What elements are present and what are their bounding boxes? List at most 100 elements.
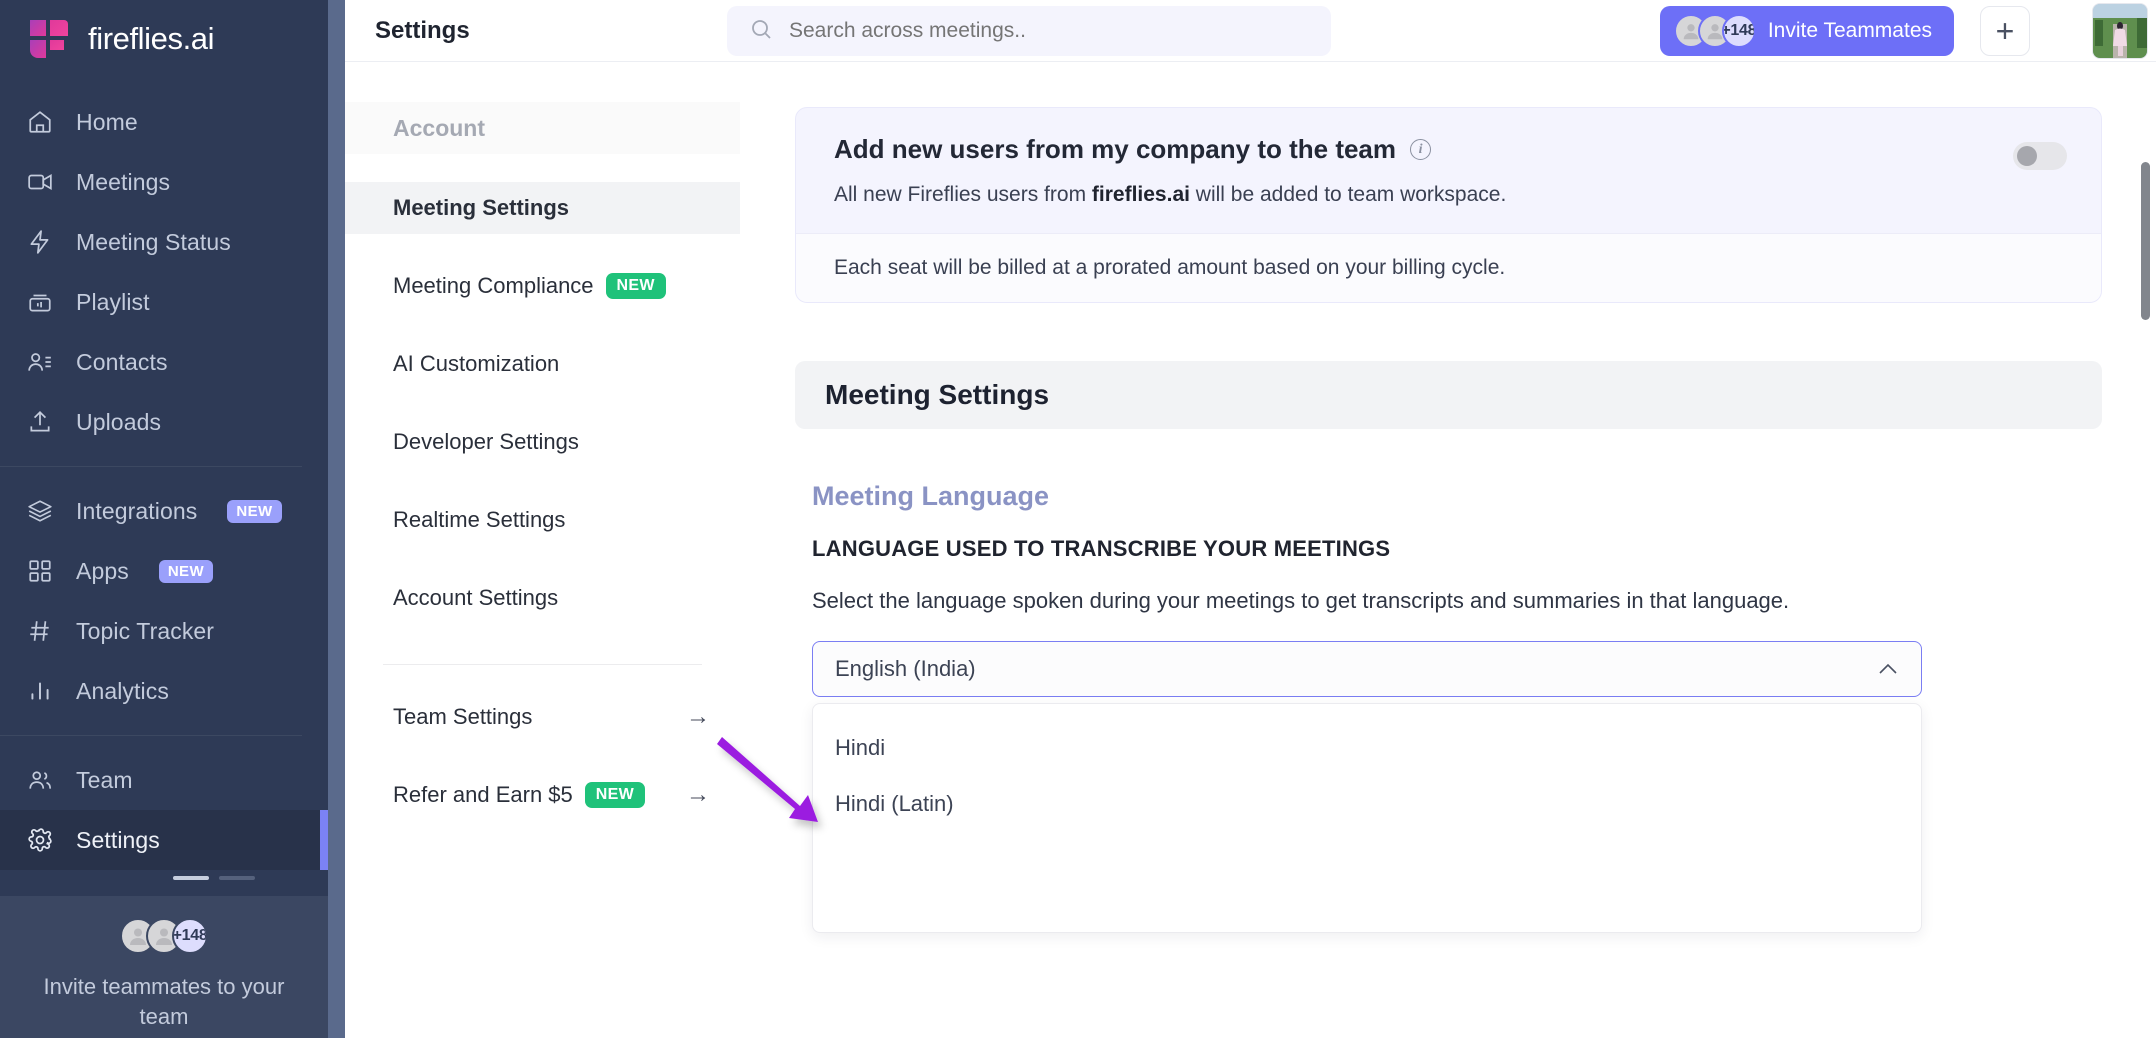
settings-nav-item-label: Meeting Compliance	[393, 273, 594, 298]
sidebar-item-label: Settings	[76, 826, 160, 853]
sidebar-item-label: Meetings	[76, 168, 171, 195]
arrow-right-icon: →	[686, 703, 710, 730]
add-users-subtitle-pre: All new Fireflies users from	[834, 183, 1092, 206]
sidebar-item-team[interactable]: Team	[0, 750, 328, 810]
upload-icon	[26, 408, 54, 436]
sidebar-pager-tabs[interactable]	[100, 872, 328, 880]
hash-icon	[26, 617, 54, 645]
sidebar-item-uploads[interactable]: Uploads	[0, 392, 328, 452]
arrow-right-icon: →	[686, 781, 710, 808]
info-icon[interactable]: i	[1410, 139, 1432, 160]
avatar-overflow-count: +148	[1721, 14, 1756, 48]
invite-teammates-button[interactable]: +148 Invite Teammates	[1659, 6, 1954, 56]
add-users-card-footer: Each seat will be billed at a prorated a…	[796, 233, 2101, 302]
sidebar-item-label: Home	[76, 108, 138, 135]
sidebar-item-label: Uploads	[76, 408, 162, 435]
app-root: fireflies.ai Home Meetings Meeting Statu…	[0, 0, 2156, 1038]
video-camera-icon	[26, 168, 54, 196]
meeting-language-description: Select the language spoken during your m…	[812, 588, 1790, 613]
lightning-bolt-icon	[26, 228, 54, 256]
sidebar-divider-2	[0, 735, 302, 736]
settings-nav-item-label: Realtime Settings	[393, 507, 566, 532]
avatar-overflow-count: +148	[172, 918, 208, 954]
page-scrollbar[interactable]	[2141, 162, 2150, 320]
sidebar-item-label: Contacts	[76, 348, 168, 375]
sidebar-accent-rail	[328, 0, 345, 1038]
user-avatar-photo[interactable]	[2092, 3, 2148, 59]
page-title: Settings	[375, 16, 470, 44]
search-icon	[749, 17, 773, 46]
toggle-knob	[2017, 146, 2037, 166]
sidebar-item-apps[interactable]: Apps NEW	[0, 541, 328, 601]
language-dropdown[interactable]: Hindi Hindi (Latin)	[812, 703, 1922, 933]
bar-chart-icon	[26, 677, 54, 705]
chevron-up-icon	[1877, 658, 1899, 680]
sidebar-pager-tab-2[interactable]	[219, 876, 255, 880]
settings-nav-item-realtime-settings[interactable]: Realtime Settings	[345, 494, 740, 546]
fireflies-logo-icon	[26, 16, 72, 62]
body-split: Account Meeting Settings Meeting Complia…	[345, 62, 2156, 1038]
settings-nav-item-label: Meeting Settings	[393, 195, 570, 220]
language-option-hindi[interactable]: Hindi	[813, 720, 1921, 776]
sidebar-nav-group-2: Integrations NEW Apps NEW Topic Tracker	[0, 481, 328, 721]
home-icon	[26, 108, 54, 136]
search-input[interactable]	[789, 19, 1269, 43]
sidebar-item-label: Integrations	[76, 497, 198, 524]
sidebar-item-label: Team	[76, 766, 133, 793]
contacts-icon	[26, 348, 54, 376]
add-users-card-top: Add new users from my company to the tea…	[796, 108, 2101, 233]
sidebar-item-topic-tracker[interactable]: Topic Tracker	[0, 601, 328, 661]
sidebar-divider-1	[0, 466, 302, 467]
invite-teammates-label: Invite Teammates	[1767, 19, 1932, 42]
badge-new: NEW	[227, 499, 282, 523]
settings-nav-item-account-settings[interactable]: Account Settings	[345, 572, 740, 624]
playlist-icon	[26, 288, 54, 316]
sidebar-nav-group-1: Home Meetings Meeting Status Playlist Co…	[0, 78, 328, 452]
search-bar[interactable]	[727, 6, 1331, 56]
sidebar-invite-text: Invite teammates to your team	[43, 974, 285, 1029]
settings-nav-item-label: AI Customization	[393, 351, 560, 376]
language-option-hindi-latin[interactable]: Hindi (Latin)	[813, 776, 1921, 832]
sidebar-item-home[interactable]: Home	[0, 92, 328, 152]
settings-nav-item-refer-and-earn[interactable]: Refer and Earn $5 NEW →	[345, 769, 740, 821]
sidebar-item-meeting-status[interactable]: Meeting Status	[0, 212, 328, 272]
sidebar-item-label: Playlist	[76, 288, 150, 315]
main-sidebar: fireflies.ai Home Meetings Meeting Statu…	[0, 0, 328, 1038]
meeting-language-caps-label: LANGUAGE USED TO TRANSCRIBE YOUR MEETING…	[812, 536, 1391, 561]
sidebar-item-integrations[interactable]: Integrations NEW	[0, 481, 328, 541]
sidebar-item-label: Topic Tracker	[76, 617, 215, 644]
settings-nav-item-team-settings[interactable]: Team Settings →	[345, 691, 740, 743]
settings-nav-item-developer-settings[interactable]: Developer Settings	[345, 416, 740, 468]
add-users-domain: fireflies.ai	[1091, 183, 1190, 206]
sidebar-item-meetings[interactable]: Meetings	[0, 152, 328, 212]
sidebar-item-playlist[interactable]: Playlist	[0, 272, 328, 332]
sidebar-nav-group-3: Team Settings	[0, 750, 328, 870]
sidebar-pager-tab-1[interactable]	[173, 876, 209, 880]
settings-nav-item-meeting-compliance[interactable]: Meeting Compliance NEW	[345, 260, 740, 312]
sidebar-invite-block[interactable]: +148 Invite teammates to your team	[0, 896, 328, 1038]
meeting-language-heading: Meeting Language	[812, 481, 1050, 511]
sidebar-item-analytics[interactable]: Analytics	[0, 661, 328, 721]
settings-nav-item-label: Developer Settings	[393, 429, 579, 454]
language-select-value: English (India)	[835, 656, 976, 681]
settings-nav-item-ai-customization[interactable]: AI Customization	[345, 338, 740, 390]
settings-nav-item-meeting-settings[interactable]: Meeting Settings	[345, 182, 740, 234]
add-button[interactable]: +	[1980, 6, 2030, 56]
meeting-settings-section-header: Meeting Settings	[795, 361, 2102, 429]
add-users-subtitle: All new Fireflies users from fireflies.a…	[834, 183, 2013, 207]
add-users-toggle[interactable]	[2013, 142, 2067, 170]
settings-nav-item-label: Team Settings	[393, 704, 533, 729]
avatar-stack: +148	[120, 918, 208, 954]
brand-logo[interactable]: fireflies.ai	[0, 0, 328, 78]
avatar-stack: +148	[1673, 14, 1756, 48]
gear-icon	[26, 826, 54, 854]
settings-nav-item-label: Account Settings	[393, 585, 559, 610]
sidebar-item-settings[interactable]: Settings	[0, 810, 328, 870]
sidebar-item-label: Meeting Status	[76, 228, 231, 255]
language-select[interactable]: English (India)	[812, 641, 1922, 697]
sidebar-item-label: Analytics	[76, 677, 169, 704]
sidebar-item-contacts[interactable]: Contacts	[0, 332, 328, 392]
settings-nav-header: Account	[345, 102, 740, 154]
add-users-title-row: Add new users from my company to the tea…	[834, 134, 2013, 165]
settings-nav-item-label: Refer and Earn $5	[393, 782, 573, 807]
